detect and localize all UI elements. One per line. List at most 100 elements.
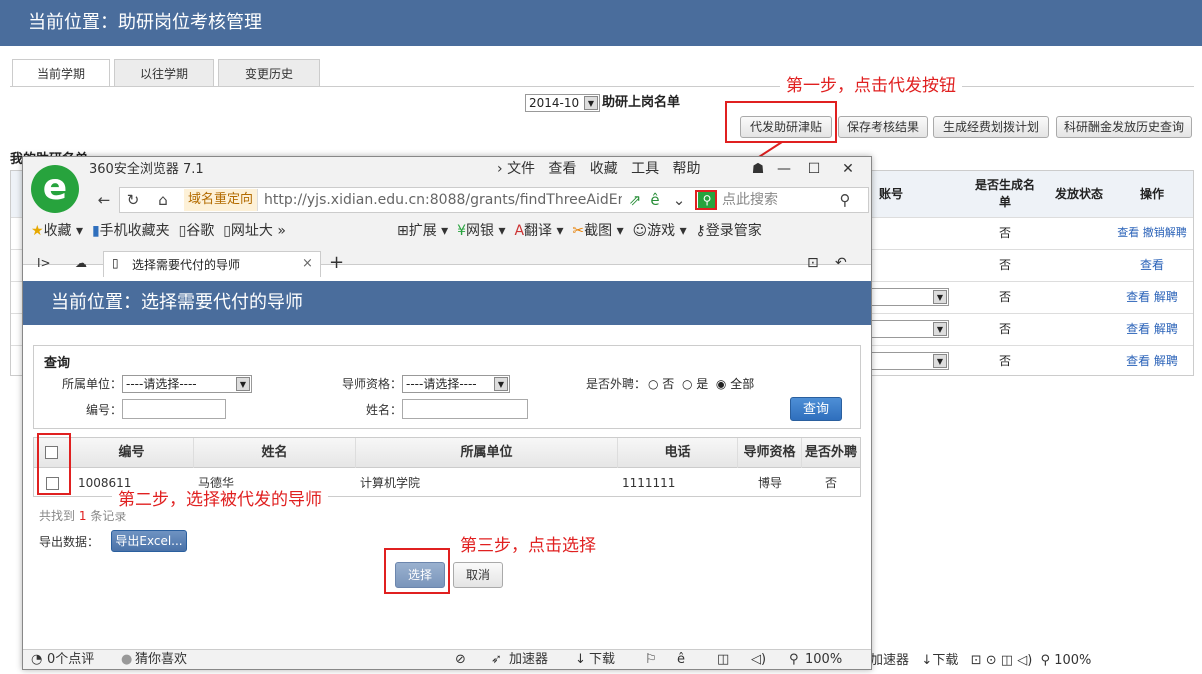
dismiss-link[interactable]: 解聘 <box>1154 354 1178 368</box>
ext-screenshot[interactable]: 截图 <box>584 223 612 239</box>
row-select[interactable]: ▼ <box>861 352 949 370</box>
menu-file[interactable]: 文件 <box>507 161 535 177</box>
url-input[interactable]: http://yjs.xidian.edu.cn:8088/grants/fin… <box>264 189 622 211</box>
col-status: 发放状态 <box>1054 187 1103 201</box>
address-bar: ↻ ⌂ 域名重定向 http://yjs.xidian.edu.cn:8088/… <box>119 187 869 213</box>
tab-past-terms[interactable]: 以往学期 <box>114 59 214 87</box>
shield-icon[interactable]: ⊘ <box>455 650 466 670</box>
col-id[interactable]: 编号 <box>70 438 194 468</box>
qual-select[interactable]: ----请选择---- ▼ <box>402 375 510 393</box>
menu-view[interactable]: 查看 <box>548 161 576 177</box>
toolbar-extensions: ⊞扩展 ▾ ¥网银 ▾ A翻译 ▾ ✂截图 ▾ ☺游戏 ▾ ⚷登录管家 <box>397 223 762 239</box>
bookmark-favorites[interactable]: 收藏 <box>44 223 72 239</box>
tab-change-history[interactable]: 变更历史 <box>218 59 320 87</box>
annotation-step3: 第三步，点击选择 <box>454 534 602 558</box>
zoom-icon: ⚲ <box>1040 653 1051 668</box>
share-icon[interactable]: ⇗ <box>626 191 644 209</box>
back-icon[interactable]: ← <box>95 191 113 209</box>
recommend-item[interactable]: 猜你喜欢 <box>135 650 187 670</box>
menu-tools[interactable]: 工具 <box>631 161 659 177</box>
translate-icon: A <box>514 223 525 239</box>
dismiss-link[interactable]: 解聘 <box>1154 290 1178 304</box>
close-icon[interactable]: ✕ <box>837 159 859 179</box>
minimize-icon[interactable]: — <box>773 159 795 179</box>
browser-status-bar: ◔ 0个点评 ● 猜你喜欢 ⊘ ➶ 加速器 ↓ 下载 ⚐ ê ◫ ◁) ⚲ 10… <box>23 649 871 669</box>
col-dept[interactable]: 所属单位 <box>356 438 618 468</box>
ext-bank[interactable]: 网银 <box>466 223 494 239</box>
radio-yes[interactable]: ○ <box>682 377 696 391</box>
new-tab-icon[interactable]: + <box>329 251 344 277</box>
row-select[interactable]: ▼ <box>861 288 949 306</box>
ext-extensions[interactable]: 扩展 <box>409 223 437 239</box>
bookmark-mobile[interactable]: 手机收藏夹 <box>100 223 170 239</box>
browser-tab[interactable]: ▯ 选择需要代付的导师 × <box>103 251 321 277</box>
view-link[interactable]: 查看 <box>1126 354 1150 368</box>
chevron-down-icon: ▼ <box>236 377 250 391</box>
ext-login[interactable]: 登录管家 <box>706 223 762 239</box>
tab-list-icon[interactable]: ⊡ <box>807 251 819 277</box>
maximize-icon[interactable]: ☐ <box>803 159 825 179</box>
zoom-level[interactable]: 100% <box>805 650 842 670</box>
chevron-down-icon[interactable]: ⌄ <box>670 191 688 209</box>
window-icon[interactable]: ◫ <box>717 650 729 670</box>
accelerator-item[interactable]: 加速器 <box>509 650 548 670</box>
tab-close-icon[interactable]: × <box>302 256 313 271</box>
refresh-icon[interactable]: ↻ <box>124 191 142 209</box>
tab-current-term[interactable]: 当前学期 <box>12 59 110 87</box>
zoom-level[interactable]: 100% <box>1054 653 1091 668</box>
sound-icon[interactable]: ◁) <box>751 650 766 670</box>
col-qual[interactable]: 导师资格 <box>738 438 802 468</box>
sidebar-toggle-icon[interactable]: I> <box>37 251 51 277</box>
dismiss-link[interactable]: 解聘 <box>1154 322 1178 336</box>
menu-help[interactable]: 帮助 <box>673 161 701 177</box>
cancel-button[interactable]: 取消 <box>453 562 503 588</box>
cloud-icon[interactable]: ☁ <box>75 251 87 277</box>
id-input[interactable] <box>122 399 226 419</box>
highlight-step3 <box>384 548 450 594</box>
bookmark-sites[interactable]: 网址大 <box>231 223 273 239</box>
save-results-button[interactable]: 保存考核结果 <box>838 116 928 138</box>
advisor-dept: 计算机学院 <box>360 476 421 490</box>
radio-all[interactable]: ◉ <box>716 377 730 391</box>
download-item[interactable]: 下载 <box>932 653 958 668</box>
download-item[interactable]: 下载 <box>589 650 615 670</box>
generate-plan-button[interactable]: 生成经费划拨计划 <box>933 116 1049 138</box>
radio-no[interactable]: ○ <box>648 377 662 391</box>
col-name[interactable]: 姓名 <box>194 438 356 468</box>
generated-value: 否 <box>998 290 1011 304</box>
home-icon[interactable]: ⌂ <box>154 191 172 209</box>
accelerator-item[interactable]: 加速器 <box>870 653 909 668</box>
dept-select[interactable]: ----请选择---- ▼ <box>122 375 252 393</box>
revoke-link[interactable]: 撤销解聘 <box>1143 226 1187 239</box>
view-link[interactable]: 查看 <box>1126 290 1150 304</box>
page-icon: ▯ <box>112 256 119 270</box>
name-input[interactable] <box>402 399 528 419</box>
menu-favorites[interactable]: 收藏 <box>590 161 618 177</box>
found-count: 1 <box>78 509 87 523</box>
export-excel-button[interactable]: 导出Excel... <box>111 530 187 552</box>
flag-icon[interactable]: ⚐ <box>645 650 657 670</box>
query-button[interactable]: 查询 <box>790 397 842 421</box>
radio-yes-label: 是 <box>696 377 709 391</box>
ie-icon[interactable]: ê <box>677 650 685 670</box>
tab-divider <box>10 86 1194 87</box>
ie-mode-icon[interactable]: ê <box>646 191 664 209</box>
skin-icon[interactable]: ☗ <box>747 159 769 179</box>
search-input[interactable]: 点此搜索 <box>722 189 778 211</box>
ext-translate[interactable]: 翻译 <box>524 223 552 239</box>
term-select[interactable]: 2014-10 ▼ <box>525 94 600 112</box>
undo-icon[interactable]: ↶ <box>835 251 847 277</box>
view-link[interactable]: 查看 <box>1126 322 1150 336</box>
view-link[interactable]: 查看 <box>1117 226 1139 239</box>
view-link[interactable]: 查看 <box>1140 258 1164 272</box>
bookmark-google[interactable]: 谷歌 <box>186 223 214 239</box>
search-icon[interactable]: ⚲ <box>836 191 854 209</box>
comments-item[interactable]: 0个点评 <box>47 650 94 670</box>
query-panel: 查询 所属单位： ----请选择---- ▼ 导师资格： ----请选择---- ▼… <box>33 345 861 429</box>
comment-icon: ◔ <box>31 652 43 667</box>
row-select[interactable]: ▼ <box>861 320 949 338</box>
col-external[interactable]: 是否外聘 <box>802 438 860 468</box>
col-phone[interactable]: 电话 <box>618 438 738 468</box>
payment-history-button[interactable]: 科研酬金发放历史查询 <box>1056 116 1192 138</box>
ext-games[interactable]: 游戏 <box>647 223 675 239</box>
